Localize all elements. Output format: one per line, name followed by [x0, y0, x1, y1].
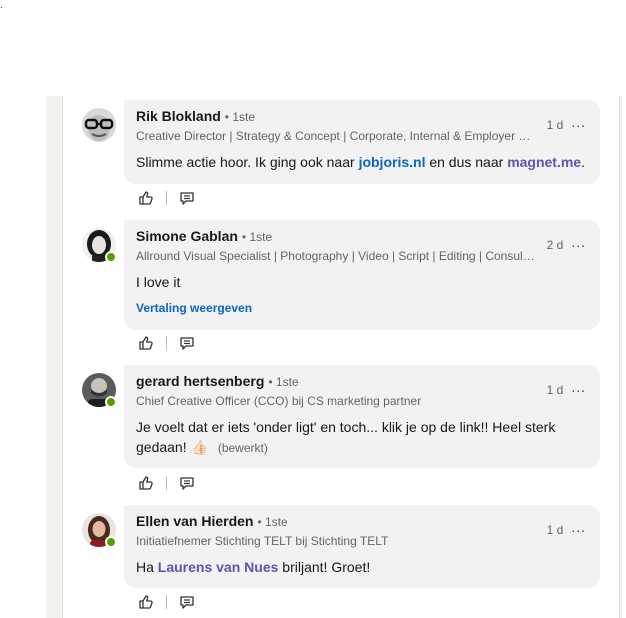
- like-thumb-icon: [139, 191, 153, 205]
- more-options-icon[interactable]: ...: [571, 114, 586, 130]
- reply-button[interactable]: [177, 333, 197, 353]
- comment-text-line: gedaan! 👍🏻 (bewerkt): [136, 437, 588, 458]
- reply-comment-icon: [180, 596, 194, 609]
- like-button[interactable]: [136, 333, 156, 353]
- translate-link[interactable]: Vertaling weergeven: [136, 301, 588, 315]
- online-status-dot: [105, 536, 117, 548]
- comment-text-part: gedaan!: [136, 439, 187, 455]
- online-status-dot: [105, 396, 117, 408]
- comment-text-part: briljant! Groet!: [278, 559, 371, 575]
- comment-text-line: Je voelt dat er iets 'onder ligt' en toc…: [136, 419, 556, 435]
- like-thumb-icon: [139, 476, 153, 490]
- comment-time: 1 d: [546, 523, 564, 537]
- avatar[interactable]: [82, 108, 116, 142]
- like-button[interactable]: [136, 473, 156, 493]
- commenter-headline: Creative Director | Strategy & Concept |…: [136, 129, 536, 143]
- mention-link[interactable]: Laurens van Nues: [158, 559, 279, 575]
- comment-actions: [136, 473, 197, 493]
- edited-label: (bewerkt): [217, 441, 268, 455]
- thumbs-up-emoji: 👍🏻: [190, 439, 208, 455]
- like-thumb-icon: [139, 595, 153, 609]
- comment-text-part: Slimme actie hoor. Ik ging ook naar: [136, 154, 359, 170]
- action-separator: [166, 336, 167, 350]
- comment-text: I love it: [136, 274, 181, 290]
- commenter-name[interactable]: Ellen van Hierden: [136, 513, 253, 529]
- commenter-headline: Chief Creative Officer (CCO) bij CS mark…: [136, 394, 422, 408]
- action-separator: [166, 476, 167, 490]
- comment-time: 2 d: [546, 238, 564, 252]
- comment-link[interactable]: magnet.me: [507, 154, 581, 170]
- reply-comment-icon: [180, 337, 194, 350]
- more-options-icon[interactable]: ...: [571, 379, 586, 395]
- more-options-icon[interactable]: ...: [571, 234, 586, 250]
- action-separator: [166, 595, 167, 609]
- online-status-dot: [105, 251, 117, 263]
- corner-dot: .: [0, 0, 3, 11]
- avatar[interactable]: [82, 513, 117, 548]
- reply-button[interactable]: [177, 473, 197, 493]
- avatar[interactable]: [82, 228, 117, 263]
- commenter-name[interactable]: Rik Blokland: [136, 108, 221, 124]
- comment-bubble: gerard hertsenberg • 1ste Chief Creative…: [124, 365, 600, 468]
- comment-text-part: .: [581, 154, 585, 170]
- commenter-name[interactable]: Simone Gablan: [136, 228, 238, 244]
- connection-degree: • 1ste: [224, 110, 256, 124]
- commenter-headline: Initiatiefnemer Stichting TELT bij Stich…: [136, 534, 389, 548]
- reply-comment-icon: [180, 192, 194, 205]
- reply-comment-icon: [180, 477, 194, 490]
- comment-actions: [136, 188, 197, 208]
- commenter-headline: Allround Visual Specialist | Photography…: [136, 249, 536, 263]
- comment-time: 1 d: [546, 383, 564, 397]
- reply-button[interactable]: [177, 188, 197, 208]
- comment-text-part: Ha: [136, 559, 158, 575]
- comment-bubble: Rik Blokland • 1ste Creative Director | …: [124, 100, 600, 184]
- comment-actions: [136, 592, 197, 612]
- comment-actions: [136, 333, 197, 353]
- comment-bubble: Ellen van Hierden • 1ste Initiatiefnemer…: [124, 505, 600, 588]
- more-options-icon[interactable]: ...: [571, 519, 586, 535]
- connection-degree: • 1ste: [268, 375, 299, 389]
- connection-degree: • 1ste: [257, 515, 288, 529]
- comment-link[interactable]: jobjoris.nl: [359, 154, 426, 170]
- like-button[interactable]: [136, 592, 156, 612]
- comment-text: Ha Laurens van Nues briljant! Groet!: [136, 557, 588, 577]
- like-button[interactable]: [136, 188, 156, 208]
- avatar-image: [82, 108, 116, 142]
- action-separator: [166, 191, 167, 205]
- comment-time: 1 d: [546, 118, 564, 132]
- like-thumb-icon: [139, 336, 153, 350]
- reply-button[interactable]: [177, 592, 197, 612]
- comment-text-part: en dus naar: [425, 154, 508, 170]
- comment-bubble: Simone Gablan • 1ste Allround Visual Spe…: [124, 220, 600, 330]
- comment-text: Slimme actie hoor. Ik ging ook naar jobj…: [136, 152, 588, 172]
- comment-text: Je voelt dat er iets 'onder ligt' en toc…: [136, 417, 588, 458]
- commenter-name[interactable]: gerard hertsenberg: [136, 373, 264, 389]
- avatar[interactable]: [82, 373, 117, 408]
- connection-degree: • 1ste: [241, 230, 273, 244]
